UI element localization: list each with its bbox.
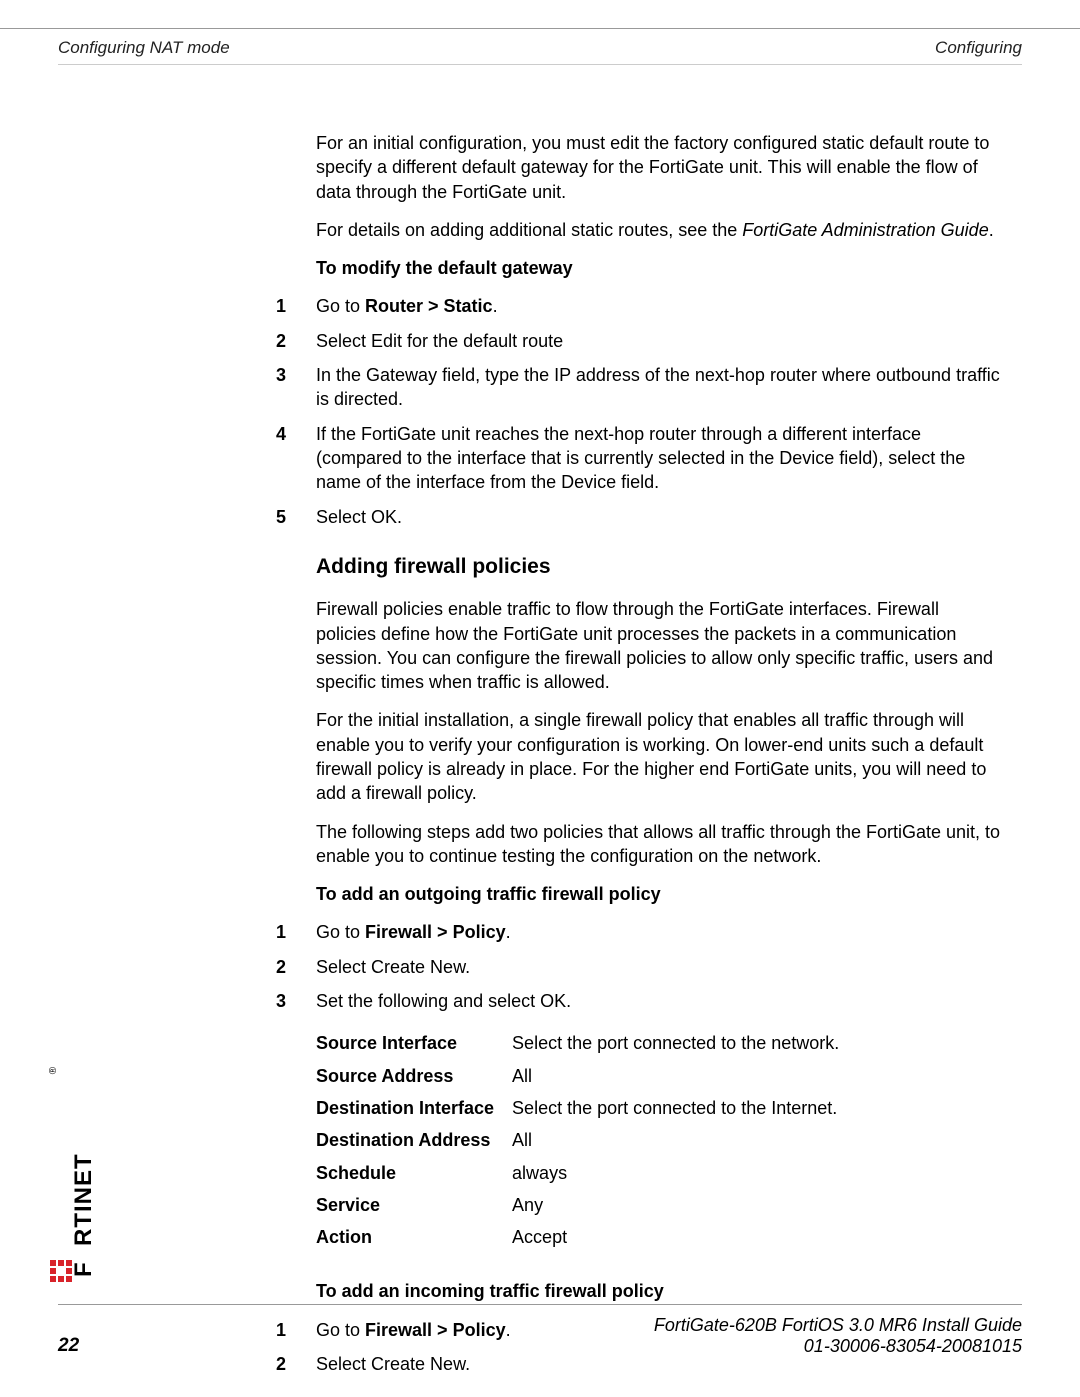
step: 2Select Create New. — [276, 955, 1002, 979]
intro-p1: For an initial configuration, you must e… — [316, 131, 1002, 204]
firewall-p3: The following steps add two policies tha… — [316, 820, 1002, 869]
step-num: 5 — [276, 505, 316, 529]
table-row: Source InterfaceSelect the port connecte… — [316, 1027, 849, 1059]
step-bold: Firewall > Policy — [365, 922, 506, 942]
table-row: ServiceAny — [316, 1189, 849, 1221]
intro-p2: For details on adding additional static … — [316, 218, 1002, 242]
step: 1Go to Router > Static. — [276, 294, 1002, 318]
header-right: Configuring — [935, 38, 1022, 58]
footer-line2: 01-30006-83054-20081015 — [654, 1336, 1022, 1357]
step-num: 2 — [276, 955, 316, 979]
intro-p2-ital: FortiGate Administration Guide — [742, 220, 988, 240]
step: 3Set the following and select OK. — [276, 989, 1002, 1013]
step-text: Select Create New. — [316, 955, 1002, 979]
top-rule — [0, 28, 1080, 29]
table-row: Destination InterfaceSelect the port con… — [316, 1092, 849, 1124]
step-text: If the FortiGate unit reaches the next-h… — [316, 422, 1002, 495]
cell-val: Select the port connected to the network… — [512, 1027, 849, 1059]
header-left: Configuring NAT mode — [58, 38, 230, 58]
cell-key: Source Interface — [316, 1027, 512, 1059]
step-text: Set the following and select OK. — [316, 989, 1002, 1013]
step-text: Go to Router > Static. — [316, 294, 1002, 318]
step-num: 2 — [276, 329, 316, 353]
cell-key: Source Address — [316, 1060, 512, 1092]
cell-val: All — [512, 1124, 849, 1156]
cell-key: Destination Address — [316, 1124, 512, 1156]
footer-line1: FortiGate-620B FortiOS 3.0 MR6 Install G… — [654, 1315, 1022, 1336]
step-text: Select Edit for the default route — [316, 329, 1002, 353]
step-text: Select OK. — [316, 505, 1002, 529]
modify-heading: To modify the default gateway — [316, 256, 1002, 280]
document-page: Configuring NAT mode Configuring For an … — [0, 0, 1080, 1397]
cell-val: Select the port connected to the Interne… — [512, 1092, 849, 1124]
outgoing-heading: To add an outgoing traffic firewall poli… — [316, 882, 1002, 906]
step-pre: Go to — [316, 296, 365, 316]
cell-val: All — [512, 1060, 849, 1092]
step: 5Select OK. — [276, 505, 1002, 529]
cell-val: always — [512, 1157, 849, 1189]
page-number: 22 — [58, 1335, 79, 1357]
step-text: Go to Firewall > Policy. — [316, 920, 1002, 944]
step-num: 1 — [276, 294, 316, 318]
step-bold: Router > Static — [365, 296, 493, 316]
cell-key: Action — [316, 1221, 512, 1253]
intro-p2-pre: For details on adding additional static … — [316, 220, 742, 240]
table-row: ActionAccept — [316, 1221, 849, 1253]
firewall-p1: Firewall policies enable traffic to flow… — [316, 597, 1002, 694]
step-post: . — [493, 296, 498, 316]
step-num: 4 — [276, 422, 316, 495]
policy-table: Source InterfaceSelect the port connecte… — [316, 1027, 849, 1253]
step-text: In the Gateway field, type the IP addres… — [316, 363, 1002, 412]
footer-info: FortiGate-620B FortiOS 3.0 MR6 Install G… — [654, 1315, 1022, 1357]
firewall-p2: For the initial installation, a single f… — [316, 708, 1002, 805]
table-row: Source AddressAll — [316, 1060, 849, 1092]
running-header: Configuring NAT mode Configuring — [58, 38, 1022, 65]
step: 2Select Edit for the default route — [276, 329, 1002, 353]
step: 4If the FortiGate unit reaches the next-… — [276, 422, 1002, 495]
body-content: For an initial configuration, you must e… — [316, 131, 1002, 1376]
step: 1Go to Firewall > Policy. — [276, 920, 1002, 944]
cell-val: Any — [512, 1189, 849, 1221]
step-num: 3 — [276, 989, 316, 1013]
incoming-heading: To add an incoming traffic firewall poli… — [316, 1279, 1002, 1303]
step-num: 3 — [276, 363, 316, 412]
firewall-heading: Adding firewall policies — [316, 553, 1002, 581]
step-num: 1 — [276, 920, 316, 944]
cell-key: Schedule — [316, 1157, 512, 1189]
logo-dots-icon — [50, 1260, 72, 1282]
step-post: . — [506, 922, 511, 942]
page-footer: 22 FortiGate-620B FortiOS 3.0 MR6 Instal… — [58, 1304, 1022, 1357]
cell-key: Service — [316, 1189, 512, 1221]
step: 3In the Gateway field, type the IP addre… — [276, 363, 1002, 412]
step-pre: Go to — [316, 922, 365, 942]
cell-val: Accept — [512, 1221, 849, 1253]
cell-key: Destination Interface — [316, 1092, 512, 1124]
table-row: Schedulealways — [316, 1157, 849, 1189]
registered-mark: ® — [48, 1067, 59, 1074]
modify-steps: 1Go to Router > Static. 2Select Edit for… — [276, 294, 1002, 528]
outgoing-steps: 1Go to Firewall > Policy. 2Select Create… — [276, 920, 1002, 1013]
intro-p2-post: . — [989, 220, 994, 240]
logo-text: F RTINET — [70, 1153, 98, 1277]
table-row: Destination AddressAll — [316, 1124, 849, 1156]
